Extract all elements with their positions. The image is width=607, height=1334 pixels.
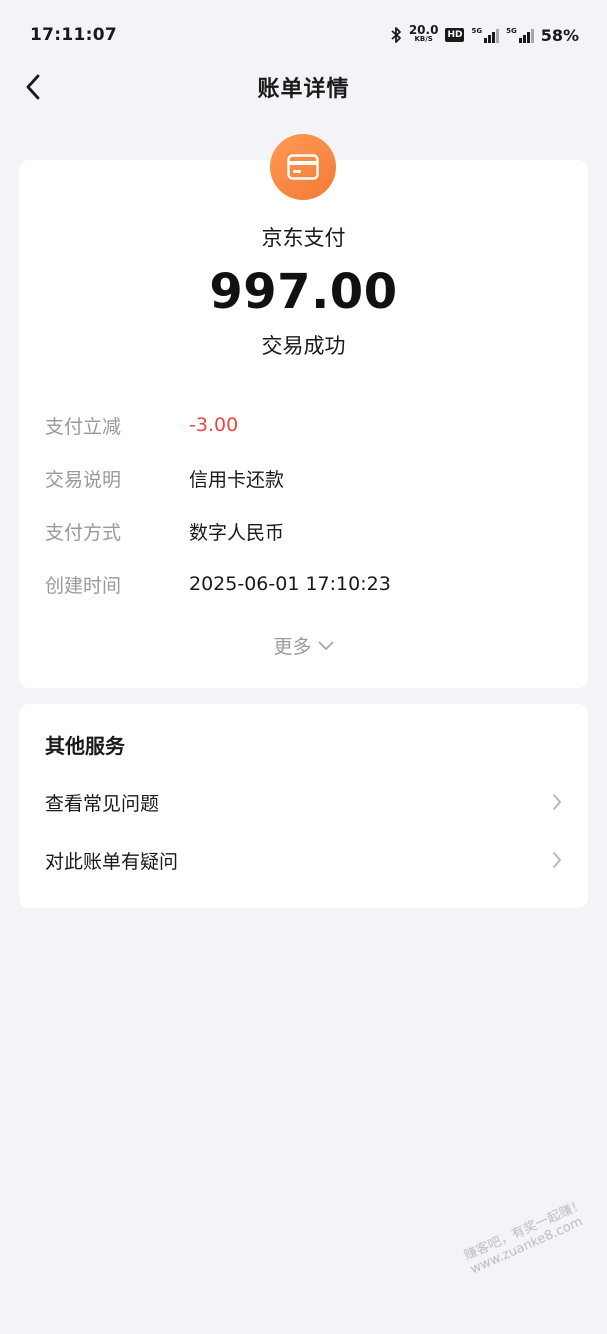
battery-level: 58% [540,25,579,45]
detail-row-discount: 支付立减 -3.00 [45,410,238,440]
trade-status: 交易成功 [261,334,346,358]
chevron-down-icon [318,641,333,650]
signal-icon-2: 5G [506,27,534,43]
chevron-right-icon [553,852,561,868]
bill-card: 京东支付 997.00 交易成功 支付立减 -3.00 交易说明 信用卡还款 支… [19,134,588,688]
detail-label: 支付立减 [45,415,122,438]
network-speed: 20.0 KB/S [408,23,439,44]
more-label: 更多 [273,636,312,658]
service-item-dispute[interactable]: 对此账单有疑问 [45,840,562,880]
detail-value-discount: -3.00 [189,414,239,436]
card-icon [287,154,319,180]
bill-detail-page: 17:11:07 20.0 KB/S HD 5G 5G 58% 账单详情 京东支… [0,0,607,1334]
status-icons: 20.0 KB/S HD 5G 5G 58% [390,23,579,45]
detail-value-created-time: 2025-06-01 17:10:23 [189,573,391,595]
merchant-icon [270,134,336,200]
page-title: 账单详情 [257,77,350,102]
signal-icon: 5G [471,27,500,43]
signal-tag: 5G [471,27,483,35]
network-speed-unit: KB/S [414,35,433,43]
detail-value-description: 信用卡还款 [189,468,285,491]
detail-label: 创建时间 [45,574,122,597]
bill-amount: 997.00 [209,264,398,320]
network-speed-value: 20.0 [408,23,439,37]
chevron-left-icon [26,74,40,100]
signal-tag-2: 5G [506,27,517,35]
status-time: 17:11:07 [30,25,117,45]
services-title: 其他服务 [45,734,125,758]
detail-row-created-time: 创建时间 2025-06-01 17:10:23 [45,569,391,599]
service-item-label: 查看常见问题 [45,792,160,815]
bluetooth-icon [391,27,401,43]
watermark: 赚客吧，有奖一起赚！ www.zuanke8.com [462,1197,593,1277]
more-button[interactable]: 更多 [19,632,588,659]
detail-row-payment-method: 支付方式 数字人民币 [45,516,284,546]
back-button[interactable] [16,70,50,104]
services-card: 其他服务 查看常见问题 对此账单有疑问 [19,704,588,908]
detail-value-payment-method: 数字人民币 [189,521,285,544]
nav-bar: 账单详情 [0,60,607,114]
merchant-name: 京东支付 [261,226,346,250]
detail-row-description: 交易说明 信用卡还款 [45,463,284,493]
service-item-label: 对此账单有疑问 [45,850,179,873]
hd-icon: HD [445,28,465,42]
detail-label: 交易说明 [45,468,122,491]
detail-label: 支付方式 [45,521,122,544]
chevron-right-icon [553,794,561,810]
service-item-faq[interactable]: 查看常见问题 [45,782,562,822]
